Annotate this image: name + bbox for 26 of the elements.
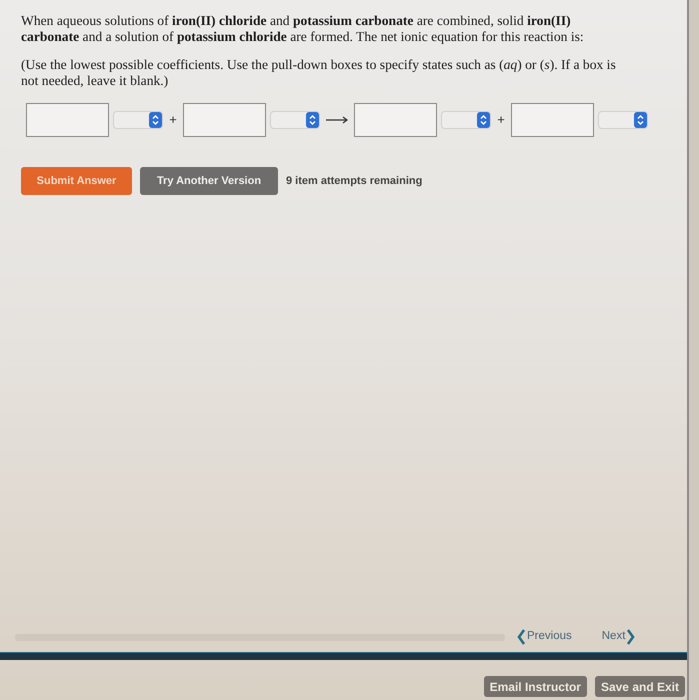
stepper-icon	[634, 112, 647, 128]
chevron-left-icon	[517, 629, 526, 645]
state-select[interactable]	[441, 111, 491, 129]
previous-link[interactable]: Previous	[517, 628, 572, 646]
plus-sign: +	[496, 111, 506, 130]
reaction-arrow-icon	[326, 115, 348, 125]
stepper-icon	[477, 112, 490, 128]
answer-box[interactable]	[183, 103, 266, 137]
chevron-right-icon	[626, 629, 636, 645]
attempts-remaining-text: 9 item attempts remaining	[286, 174, 422, 189]
state-select[interactable]	[598, 111, 648, 129]
answer-box[interactable]	[511, 103, 594, 137]
instructions-text: (Use the lowest possible coefficients. Use the pull-down boxes to specify states such as (aq) or (s). If a box is not needed, leave it blank.)	[21, 57, 617, 89]
email-instructor-button[interactable]: Email Instructor	[484, 676, 587, 697]
next-link[interactable]: Next	[602, 628, 636, 646]
answer-box[interactable]	[354, 103, 437, 137]
state-select[interactable]	[270, 111, 320, 129]
question-text: When aqueous solutions of iron(II) chloride and potassium carbonate are combined, solid iron(II) carbonate and a solution of potassium chloride are formed. The net ionic equation for this reaction is:	[21, 13, 585, 45]
stepper-icon	[306, 112, 319, 128]
state-select[interactable]	[113, 111, 163, 129]
stepper-icon	[149, 112, 162, 128]
retry-button[interactable]: Try Another Version	[140, 167, 278, 195]
plus-sign: +	[168, 111, 178, 130]
save-and-exit-button[interactable]: Save and Exit	[594, 676, 685, 697]
answer-box[interactable]	[26, 103, 109, 137]
submit-button[interactable]: Submit Answer	[21, 167, 132, 195]
